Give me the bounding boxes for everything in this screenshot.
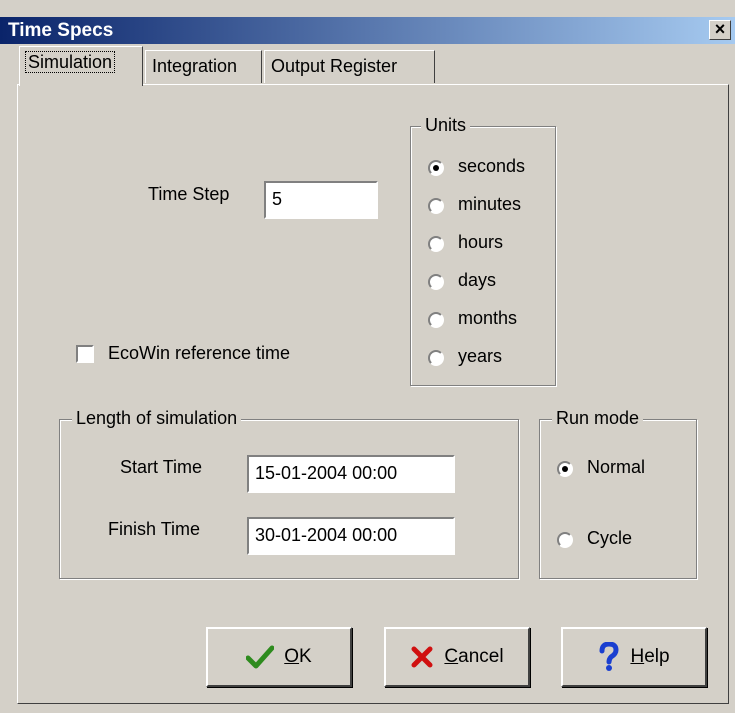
units-label-seconds: seconds (458, 156, 526, 176)
units-label-years: years (458, 346, 503, 366)
run-mode-group-title: Run mode (552, 408, 644, 429)
title-bar[interactable]: Time Specs × (0, 17, 735, 44)
cancel-button[interactable]: Cancel (384, 627, 530, 687)
ecowin-reference-time-label: EcoWin reference time (108, 343, 291, 363)
finish-time-input[interactable]: 30-01-2004 00:00 (247, 517, 455, 555)
ok-button[interactable]: OK (206, 627, 352, 687)
tab-panel (17, 84, 729, 704)
tab-simulation-label: Simulation (24, 51, 116, 73)
close-icon: × (714, 19, 726, 39)
units-group-title: Units (421, 115, 471, 136)
finish-time-label: Finish Time (108, 519, 201, 539)
tab-simulation[interactable]: Simulation (19, 46, 143, 86)
time-specs-dialog: Time Specs × Simulation Integration Outp… (0, 0, 735, 713)
length-of-simulation-group: Length of simulation (59, 408, 519, 579)
run-mode-radio-cycle[interactable] (557, 532, 573, 548)
run-mode-label-cycle: Cycle (587, 528, 633, 548)
run-mode-group: Run mode (539, 408, 697, 579)
run-mode-label-normal: Normal (587, 457, 646, 477)
units-radio-months[interactable] (428, 312, 444, 328)
help-button[interactable]: Help (561, 627, 707, 687)
start-time-label: Start Time (120, 457, 203, 477)
tab-output-register-label: Output Register (271, 56, 398, 76)
units-label-hours: hours (458, 232, 504, 252)
units-radio-years[interactable] (428, 350, 444, 366)
cancel-button-label: Cancel (444, 646, 504, 667)
run-mode-radio-normal[interactable] (557, 461, 573, 477)
tab-integration[interactable]: Integration (145, 50, 262, 83)
units-radio-hours[interactable] (428, 236, 444, 252)
length-group-title: Length of simulation (72, 408, 242, 429)
ecowin-reference-time-checkbox[interactable] (76, 345, 94, 363)
units-label-months: months (458, 308, 518, 328)
radio-dot (562, 466, 568, 472)
units-label-days: days (458, 270, 497, 290)
question-icon (599, 642, 619, 671)
help-button-label: Help (630, 646, 670, 667)
units-radio-minutes[interactable] (428, 198, 444, 214)
units-radio-seconds[interactable] (428, 160, 444, 176)
ok-button-label: OK (284, 646, 312, 667)
units-label-minutes: minutes (458, 194, 522, 214)
time-step-label: Time Step (148, 184, 230, 204)
tab-output-register[interactable]: Output Register (264, 50, 435, 83)
time-step-input[interactable]: 5 (264, 181, 378, 219)
tab-integration-label: Integration (152, 56, 238, 76)
units-radio-days[interactable] (428, 274, 444, 290)
window-title: Time Specs (8, 20, 114, 41)
x-icon (411, 646, 433, 668)
start-time-input[interactable]: 15-01-2004 00:00 (247, 455, 455, 493)
close-button[interactable]: × (709, 20, 731, 40)
checkmark-icon (246, 645, 275, 669)
radio-dot (433, 165, 439, 171)
